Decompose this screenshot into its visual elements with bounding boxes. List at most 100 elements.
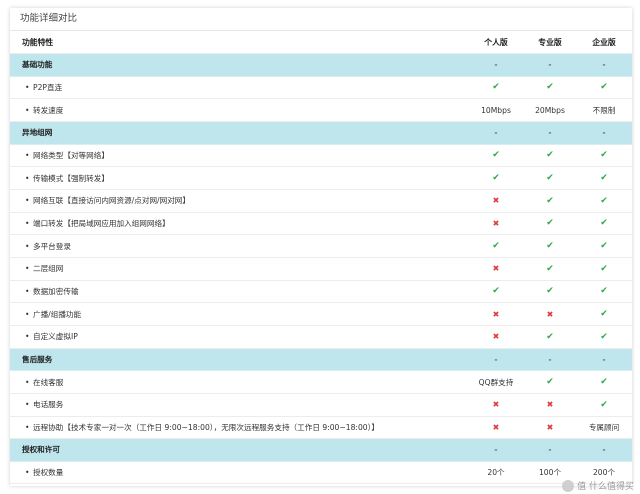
feature-label: • 自定义虚拟IP bbox=[10, 331, 440, 342]
table-row: • 网络互联【直接访问内网资源/点对网/网对网】 ✖ ✔ ✔ bbox=[10, 190, 632, 213]
header-enterprise: 企业版 bbox=[592, 37, 616, 47]
section-label: 授权和许可 bbox=[10, 444, 440, 455]
row-label: 传输模式【强制转发】 bbox=[33, 173, 109, 183]
row-label: 异地组网 bbox=[22, 128, 53, 138]
row-label: 二层组网 bbox=[33, 264, 64, 274]
dash-enterprise: - bbox=[602, 445, 606, 455]
bullet-icon: • bbox=[25, 332, 30, 342]
check-icon: ✔ bbox=[546, 331, 554, 342]
row-label: 多平台登录 bbox=[33, 241, 71, 251]
feature-label: • 授权数量 bbox=[10, 467, 440, 478]
header-professional: 专业版 bbox=[538, 37, 562, 47]
bullet-icon: • bbox=[25, 150, 30, 160]
row-label: 网络互联【直接访问内网资源/点对网/网对网】 bbox=[33, 196, 190, 206]
check-icon: ✔ bbox=[546, 377, 554, 388]
table-row: • 广播/组播功能 ✖ ✖ ✔ bbox=[10, 303, 632, 326]
dash-professional: - bbox=[548, 445, 552, 455]
dash-personal: - bbox=[494, 354, 498, 364]
feature-label: • 数据加密传输 bbox=[10, 286, 440, 297]
feature-label: • 转发速度 bbox=[10, 105, 440, 116]
cross-icon: ✖ bbox=[546, 422, 554, 432]
section-row: 售后服务 - - - bbox=[10, 348, 632, 372]
value-enterprise: 专属顾问 bbox=[588, 422, 620, 432]
row-label: 自定义虚拟IP bbox=[33, 332, 78, 342]
row-label: 转发速度 bbox=[33, 105, 64, 115]
table-row: • 在线客服 QQ群支持 ✔ ✔ bbox=[10, 371, 632, 394]
row-label: 数据加密传输 bbox=[33, 286, 79, 296]
check-icon: ✔ bbox=[600, 331, 608, 342]
table-row: • 电话服务 ✖ ✖ ✔ bbox=[10, 394, 632, 417]
value-professional: 20Mbps bbox=[535, 105, 565, 115]
check-icon: ✔ bbox=[546, 150, 554, 161]
check-icon: ✔ bbox=[492, 82, 500, 93]
card-title: 功能详细对比 bbox=[10, 8, 632, 31]
row-label: P2P直连 bbox=[33, 82, 63, 92]
feature-label: • P2P直连 bbox=[10, 82, 440, 93]
row-label: 授权数量 bbox=[33, 468, 64, 478]
row-label: 售后服务 bbox=[22, 354, 53, 364]
dash-professional: - bbox=[548, 354, 552, 364]
feature-label: • 二层组网 bbox=[10, 263, 440, 274]
row-label: 端口转发【把局域网应用加入组网网络】 bbox=[33, 218, 170, 228]
feature-label: • 传输模式【强制转发】 bbox=[10, 173, 440, 184]
check-icon: ✔ bbox=[600, 150, 608, 161]
comparison-table: 功能特性 个人版 专业版 企业版 基础功能 - - - • P2P直连 ✔ ✔ ✔ • 转发速度 10… bbox=[10, 31, 632, 485]
section-label: 基础功能 bbox=[10, 59, 440, 70]
value-enterprise: 200个 bbox=[592, 468, 616, 478]
bullet-icon: • bbox=[25, 82, 30, 92]
table-body: 基础功能 - - - • P2P直连 ✔ ✔ ✔ • 转发速度 10Mbps 20Mbps 不限制 异地组网… bbox=[10, 54, 632, 485]
feature-label: • 电话服务 bbox=[10, 399, 440, 410]
bullet-icon: • bbox=[25, 196, 30, 206]
cross-icon: ✖ bbox=[492, 218, 500, 228]
table-row: • 自定义虚拟IP ✖ ✔ ✔ bbox=[10, 326, 632, 349]
feature-label: • 网络类型【对等网络】 bbox=[10, 150, 440, 161]
value-personal: 20个 bbox=[487, 468, 505, 478]
section-row: 异地组网 - - - bbox=[10, 121, 632, 145]
feature-label: • 端口转发【把局域网应用加入组网网络】 bbox=[10, 218, 440, 229]
row-label: 基础功能 bbox=[22, 60, 53, 70]
cross-icon: ✖ bbox=[492, 309, 500, 319]
bullet-icon: • bbox=[25, 468, 30, 478]
check-icon: ✔ bbox=[546, 218, 554, 229]
check-icon: ✔ bbox=[546, 263, 554, 274]
bullet-icon: • bbox=[25, 286, 30, 296]
cross-icon: ✖ bbox=[546, 309, 554, 319]
table-row: • 多平台登录 ✔ ✔ ✔ bbox=[10, 235, 632, 258]
bullet-icon: • bbox=[25, 422, 30, 432]
dash-enterprise: - bbox=[602, 60, 606, 70]
check-icon: ✔ bbox=[600, 241, 608, 252]
row-label: 授权和许可 bbox=[22, 445, 60, 455]
table-row: • 数据加密传输 ✔ ✔ ✔ bbox=[10, 281, 632, 304]
row-label: 在线客服 bbox=[33, 377, 64, 387]
table-row: • 网络类型【对等网络】 ✔ ✔ ✔ bbox=[10, 145, 632, 168]
value-personal: QQ群支持 bbox=[478, 377, 514, 387]
bullet-icon: • bbox=[25, 377, 30, 387]
bullet-icon: • bbox=[25, 264, 30, 274]
row-label: 电话服务 bbox=[33, 400, 64, 410]
check-icon: ✔ bbox=[546, 82, 554, 93]
check-icon: ✔ bbox=[600, 399, 608, 410]
row-label: 网络类型【对等网络】 bbox=[33, 150, 109, 160]
feature-label: • 广播/组播功能 bbox=[10, 309, 440, 320]
check-icon: ✔ bbox=[546, 195, 554, 206]
bullet-icon: • bbox=[25, 400, 30, 410]
value-professional: 100个 bbox=[538, 468, 562, 478]
value-personal: 10Mbps bbox=[481, 105, 511, 115]
table-row: • P2P直连 ✔ ✔ ✔ bbox=[10, 77, 632, 100]
row-label: 广播/组播功能 bbox=[33, 309, 82, 319]
value-enterprise: 不限制 bbox=[592, 105, 616, 115]
table-row: • 传输模式【强制转发】 ✔ ✔ ✔ bbox=[10, 167, 632, 190]
check-icon: ✔ bbox=[546, 173, 554, 184]
cross-icon: ✖ bbox=[492, 400, 500, 410]
row-label: 远程协助【技术专家一对一次（工作日 9:00~18:00），无限次远程服务支持（… bbox=[33, 422, 380, 432]
check-icon: ✔ bbox=[492, 286, 500, 297]
section-label: 售后服务 bbox=[10, 354, 440, 365]
table-row: • 转发速度 10Mbps 20Mbps 不限制 bbox=[10, 99, 632, 122]
check-icon: ✔ bbox=[492, 150, 500, 161]
dash-enterprise: - bbox=[602, 354, 606, 364]
dash-enterprise: - bbox=[602, 128, 606, 138]
header-feature: 功能特性 bbox=[22, 37, 54, 47]
cross-icon: ✖ bbox=[546, 400, 554, 410]
check-icon: ✔ bbox=[492, 173, 500, 184]
comparison-card: 功能详细对比 功能特性 个人版 专业版 企业版 基础功能 - - - • P2P直连 ✔ ✔ ✔… bbox=[10, 8, 632, 486]
